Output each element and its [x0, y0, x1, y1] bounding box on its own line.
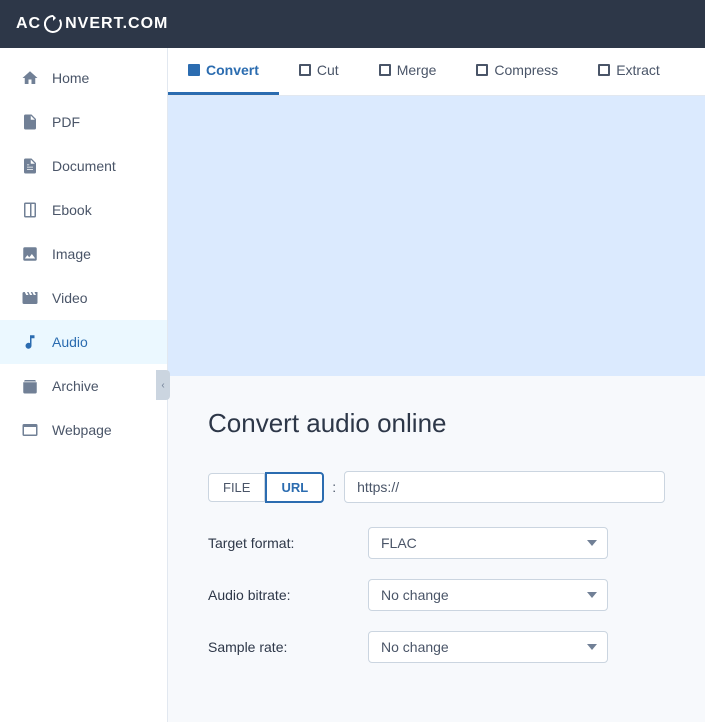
target-format-label: Target format: [208, 535, 368, 551]
url-button[interactable]: URL [265, 472, 324, 503]
target-format-select[interactable]: FLACMP3WAVAACOGGM4AWMA [368, 527, 608, 559]
sample-rate-row: Sample rate: No change8000 Hz11025 Hz220… [208, 631, 665, 663]
content-area: Convert audio online FILE URL : Target f… [168, 376, 705, 715]
tab-extract[interactable]: Extract [578, 48, 680, 95]
sidebar-item-label-ebook: Ebook [52, 202, 92, 218]
page-title: Convert audio online [208, 408, 665, 439]
layout: Home PDF Document Ebook Image Video Audi… [0, 48, 705, 722]
file-button[interactable]: FILE [208, 473, 265, 502]
sidebar-item-home[interactable]: Home [0, 56, 167, 100]
site-logo: AC NVERT.COM [16, 15, 168, 33]
sidebar-item-ebook[interactable]: Ebook [0, 188, 167, 232]
logo-text-ac: AC [16, 15, 41, 33]
audio-bitrate-label: Audio bitrate: [208, 587, 368, 603]
main-content: Convert Cut Merge Compress Extract Conve… [168, 48, 705, 722]
audio-icon [20, 332, 40, 352]
audio-bitrate-select[interactable]: No change32k64k128k192k256k320k [368, 579, 608, 611]
cut-tab-label: Cut [317, 62, 339, 78]
extract-tab-label: Extract [616, 62, 660, 78]
sidebar-item-label-webpage: Webpage [52, 422, 112, 438]
convert-tab-icon [188, 64, 200, 76]
sidebar-item-label-document: Document [52, 158, 116, 174]
sidebar-item-label-video: Video [52, 290, 88, 306]
sidebar-item-label-home: Home [52, 70, 89, 86]
sidebar-item-label-pdf: PDF [52, 114, 80, 130]
convert-icon [44, 15, 62, 33]
sidebar-item-audio[interactable]: Audio [0, 320, 167, 364]
sidebar-item-label-image: Image [52, 246, 91, 262]
sidebar-collapse-button[interactable]: ‹ [156, 370, 170, 400]
webpage-icon [20, 420, 40, 440]
file-url-row: FILE URL : [208, 471, 665, 503]
tab-convert[interactable]: Convert [168, 48, 279, 95]
cut-tab-icon [299, 64, 311, 76]
url-input[interactable] [344, 471, 665, 503]
colon-separator: : [332, 479, 336, 495]
video-icon [20, 288, 40, 308]
home-icon [20, 68, 40, 88]
ad-area [168, 96, 705, 376]
ebook-icon [20, 200, 40, 220]
logo-text-rest: NVERT.COM [65, 15, 168, 33]
sample-rate-select[interactable]: No change8000 Hz11025 Hz22050 Hz44100 Hz… [368, 631, 608, 663]
compress-tab-label: Compress [494, 62, 558, 78]
document-icon [20, 156, 40, 176]
tabs-bar: Convert Cut Merge Compress Extract [168, 48, 705, 96]
merge-tab-label: Merge [397, 62, 437, 78]
tab-merge[interactable]: Merge [359, 48, 457, 95]
sidebar-item-label-audio: Audio [52, 334, 88, 350]
target-format-row: Target format: FLACMP3WAVAACOGGM4AWMA [208, 527, 665, 559]
sidebar: Home PDF Document Ebook Image Video Audi… [0, 48, 168, 722]
sidebar-item-pdf[interactable]: PDF [0, 100, 167, 144]
extract-tab-icon [598, 64, 610, 76]
sidebar-item-image[interactable]: Image [0, 232, 167, 276]
header: AC NVERT.COM [0, 0, 705, 48]
compress-tab-icon [476, 64, 488, 76]
image-icon [20, 244, 40, 264]
convert-tab-label: Convert [206, 62, 259, 78]
merge-tab-icon [379, 64, 391, 76]
sidebar-item-document[interactable]: Document [0, 144, 167, 188]
tab-compress[interactable]: Compress [456, 48, 578, 95]
archive-icon [20, 376, 40, 396]
audio-bitrate-row: Audio bitrate: No change32k64k128k192k25… [208, 579, 665, 611]
sidebar-item-webpage[interactable]: Webpage [0, 408, 167, 452]
sidebar-item-video[interactable]: Video [0, 276, 167, 320]
sidebar-item-label-archive: Archive [52, 378, 99, 394]
sidebar-item-archive[interactable]: Archive [0, 364, 167, 408]
pdf-icon [20, 112, 40, 132]
tab-cut[interactable]: Cut [279, 48, 359, 95]
sample-rate-label: Sample rate: [208, 639, 368, 655]
